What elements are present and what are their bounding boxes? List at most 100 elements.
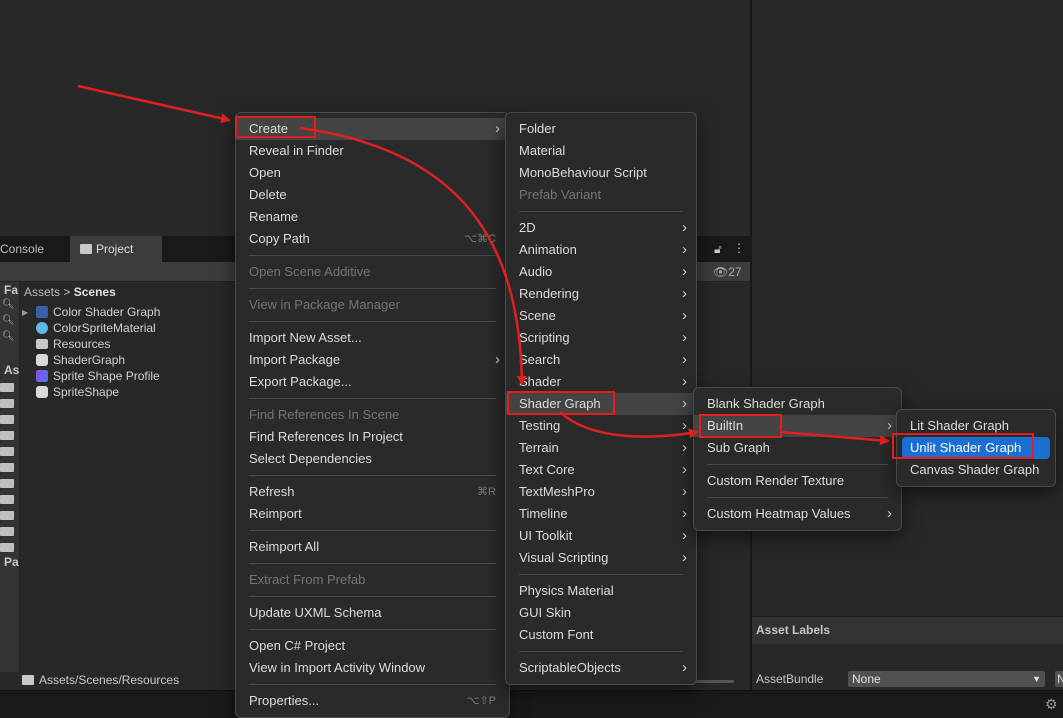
menu-item-rename[interactable]: Rename <box>236 206 509 228</box>
menu-item-view-in-import-activity-window[interactable]: View in Import Activity Window <box>236 657 509 679</box>
menu-item-label: Open Scene Additive <box>249 264 371 279</box>
menu-item-builtin[interactable]: BuiltIn › <box>694 415 901 437</box>
menu-item-scriptableobjects[interactable]: ScriptableObjects › <box>506 657 696 679</box>
menu-item-import-package[interactable]: Import Package › <box>236 349 509 371</box>
asset-labels-title: Asset Labels <box>756 623 831 637</box>
menu-item-ui-toolkit[interactable]: UI Toolkit › <box>506 525 696 547</box>
sprite-shape-profile-icon <box>36 370 48 382</box>
selected-asset-path-text: Assets/Scenes/Resources <box>39 673 180 687</box>
menu-item-update-uxml-schema[interactable]: Update UXML Schema <box>236 602 509 624</box>
menu-item-monobehaviour-script[interactable]: MonoBehaviour Script <box>506 162 696 184</box>
asset-item[interactable]: SpriteShape <box>22 384 119 400</box>
hidden-packages-count[interactable]: 👁︎27 <box>713 265 742 279</box>
menu-item-custom-render-texture[interactable]: Custom Render Texture <box>694 470 901 492</box>
menu-item-gui-skin[interactable]: GUI Skin <box>506 602 696 624</box>
folder-icon[interactable] <box>0 415 14 424</box>
search-icon[interactable]: 🔍︎ <box>2 299 15 310</box>
menu-item-folder[interactable]: Folder <box>506 118 696 140</box>
menu-item-textmeshpro[interactable]: TextMeshPro › <box>506 481 696 503</box>
menu-item-copy-path[interactable]: Copy Path ⌥⌘C <box>236 228 509 250</box>
menu-item-material[interactable]: Material <box>506 140 696 162</box>
favorites-label: Fa <box>4 283 19 297</box>
asset-label: ColorSpriteMaterial <box>53 321 156 335</box>
tab-project[interactable]: Project <box>70 236 162 262</box>
asset-item[interactable]: ShaderGraph <box>22 352 125 368</box>
menu-item-import-new-asset[interactable]: Import New Asset... <box>236 327 509 349</box>
folder-icon[interactable] <box>0 383 14 392</box>
menu-item-sub-graph[interactable]: Sub Graph <box>694 437 901 459</box>
menu-item-export-package[interactable]: Export Package... <box>236 371 509 393</box>
menu-item-delete[interactable]: Delete <box>236 184 509 206</box>
search-icon[interactable]: 🔍︎ <box>2 331 15 342</box>
menu-item-select-dependencies[interactable]: Select Dependencies <box>236 448 509 470</box>
expand-triangle-icon[interactable]: ▶ <box>22 308 36 317</box>
menu-item-physics-material[interactable]: Physics Material <box>506 580 696 602</box>
breadcrumb-scenes[interactable]: Scenes <box>74 285 116 299</box>
folder-icon[interactable] <box>0 447 14 456</box>
asset-item[interactable]: Sprite Shape Profile <box>22 368 160 384</box>
folder-icon[interactable] <box>0 399 14 408</box>
menu-item-reimport-all[interactable]: Reimport All <box>236 536 509 558</box>
menu-separator <box>249 563 496 564</box>
asset-labels-header[interactable]: Asset Labels <box>752 616 1063 644</box>
chevron-right-icon: › <box>682 483 687 500</box>
folder-icon[interactable] <box>0 463 14 472</box>
assetbundle-dropdown[interactable]: None ▼ <box>847 670 1046 688</box>
asset-item[interactable]: ColorSpriteMaterial <box>22 320 156 336</box>
menu-item-terrain[interactable]: Terrain › <box>506 437 696 459</box>
menu-item-properties[interactable]: Properties... ⌥⇧P <box>236 690 509 712</box>
menu-item-label: Create <box>249 121 289 136</box>
menu-item-open-c-project[interactable]: Open C# Project <box>236 635 509 657</box>
search-icon[interactable]: 🔍︎ <box>2 315 15 326</box>
menu-item-testing[interactable]: Testing › <box>506 415 696 437</box>
assetbundle-variant-dropdown[interactable]: N <box>1054 670 1063 688</box>
menu-item-rendering[interactable]: Rendering › <box>506 283 696 305</box>
menu-item-visual-scripting[interactable]: Visual Scripting › <box>506 547 696 569</box>
more-options-icon[interactable]: ⋮ <box>733 241 745 255</box>
menu-separator <box>707 497 888 498</box>
asset-item[interactable]: Resources <box>22 336 110 352</box>
menu-item-unlit-shader-graph[interactable]: Unlit Shader Graph <box>902 437 1050 459</box>
menu-item-custom-heatmap-values[interactable]: Custom Heatmap Values › <box>694 503 901 525</box>
menu-item-text-core[interactable]: Text Core › <box>506 459 696 481</box>
folder-icon[interactable] <box>0 511 14 520</box>
menu-item-find-references-in-project[interactable]: Find References In Project <box>236 426 509 448</box>
menu-item-lit-shader-graph[interactable]: Lit Shader Graph <box>897 415 1055 437</box>
menu-item-shader-graph[interactable]: Shader Graph › <box>506 393 696 415</box>
folder-icon[interactable] <box>0 431 14 440</box>
folder-icon[interactable] <box>0 543 14 552</box>
menu-item-label: GUI Skin <box>519 605 572 620</box>
menu-item-blank-shader-graph[interactable]: Blank Shader Graph <box>694 393 901 415</box>
menu-item-search[interactable]: Search › <box>506 349 696 371</box>
menu-item-reveal-in-finder[interactable]: Reveal in Finder <box>236 140 509 162</box>
context-menu: Create › Reveal in Finder Open Delete Rename C… <box>235 112 510 718</box>
menu-item-create[interactable]: Create › <box>236 118 509 140</box>
menu-item-timeline[interactable]: Timeline › <box>506 503 696 525</box>
menu-item-shader[interactable]: Shader › <box>506 371 696 393</box>
menu-item-2d[interactable]: 2D › <box>506 217 696 239</box>
folder-icon[interactable] <box>0 479 14 488</box>
chevron-right-icon: › <box>682 461 687 478</box>
menu-item-refresh[interactable]: Refresh ⌘R <box>236 481 509 503</box>
network-icon[interactable]: ⚙︎ <box>1045 696 1061 712</box>
menu-item-label: Material <box>519 143 566 158</box>
folder-icon[interactable] <box>0 527 14 536</box>
menu-item-label: Find References In Project <box>249 429 403 444</box>
tab-console[interactable]: Console <box>0 236 70 262</box>
menu-item-scene[interactable]: Scene › <box>506 305 696 327</box>
menu-item-canvas-shader-graph[interactable]: Canvas Shader Graph <box>897 459 1055 481</box>
chevron-right-icon: › <box>682 351 687 368</box>
menu-item-open[interactable]: Open <box>236 162 509 184</box>
lock-icon[interactable]: 🔓︎ <box>714 242 722 257</box>
chevron-right-icon: › <box>495 351 500 368</box>
breadcrumb-assets[interactable]: Assets <box>24 285 60 299</box>
folder-icon[interactable] <box>0 495 14 504</box>
menu-item-scripting[interactable]: Scripting › <box>506 327 696 349</box>
asset-label: Resources <box>53 337 111 351</box>
menu-item-animation[interactable]: Animation › <box>506 239 696 261</box>
asset-label: Color Shader Graph <box>53 305 161 319</box>
asset-item[interactable]: ▶ Color Shader Graph <box>22 304 160 320</box>
menu-item-reimport[interactable]: Reimport <box>236 503 509 525</box>
menu-item-audio[interactable]: Audio › <box>506 261 696 283</box>
menu-item-custom-font[interactable]: Custom Font <box>506 624 696 646</box>
